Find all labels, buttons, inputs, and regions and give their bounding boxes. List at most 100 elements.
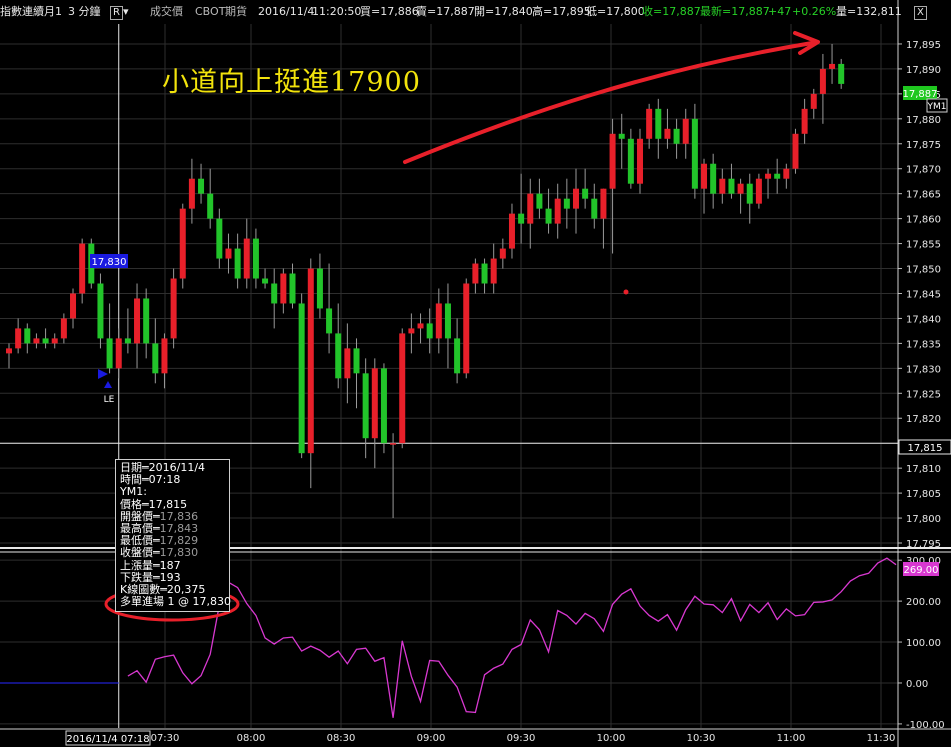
candle-up: [15, 328, 22, 349]
quote-date: 2016/11/4: [258, 5, 315, 18]
price-tick-label: 17,830: [906, 364, 941, 375]
indicator-tick-label: 0.00: [906, 679, 928, 690]
candle-up: [664, 128, 671, 139]
candle-up: [371, 368, 378, 439]
candle-down: [152, 343, 159, 374]
close-value: 收=17,887: [642, 5, 701, 18]
price-tick-label: 17,880: [906, 115, 941, 126]
candle-down: [289, 273, 296, 304]
candle-down: [316, 268, 323, 309]
candle-down: [728, 178, 735, 194]
candle-up: [609, 133, 616, 189]
candle-up: [408, 328, 415, 334]
interval-label[interactable]: 3 分鐘: [68, 0, 101, 24]
marker-dot: [623, 289, 629, 295]
r-button[interactable]: R: [110, 6, 123, 20]
candle-down: [444, 303, 451, 339]
low-value: 低=17,800: [586, 5, 645, 18]
candle-down: [335, 333, 342, 379]
exchange-label: CBOT: [195, 5, 226, 18]
candle-down: [262, 278, 269, 284]
data-window: 日期═2016/11/4 時間═07:18 YM1: 價格═17,815 開盤價…: [115, 459, 231, 612]
symbol-label[interactable]: 指數連續月1: [0, 0, 62, 24]
candle-up: [819, 68, 826, 94]
cursor-price-tag-label: 17,815: [908, 443, 943, 454]
candle-down: [545, 208, 552, 224]
price-type-label: 成交價: [150, 5, 183, 18]
candle-down: [42, 338, 49, 344]
candle-down: [124, 338, 131, 344]
candle-down: [252, 238, 259, 279]
volume-value: 量=132,811: [836, 5, 902, 18]
entry-marker-label: LE: [104, 395, 115, 405]
time-tick-label: 11:30: [867, 733, 896, 744]
bid-value: 買=17,886: [360, 5, 419, 18]
candle-up: [765, 173, 772, 179]
candle-up: [170, 278, 177, 339]
candle-up: [600, 188, 607, 219]
candle-down: [618, 133, 625, 139]
candle-down: [591, 198, 598, 219]
candle-up: [435, 303, 442, 339]
price-tick-label: 17,800: [906, 514, 941, 525]
candle-up: [527, 193, 534, 224]
indicator-line: [127, 557, 897, 718]
candle-up: [737, 183, 744, 194]
candle-down: [326, 308, 333, 334]
candle-down: [746, 183, 753, 204]
open-value: 開=17,840: [474, 5, 533, 18]
candle-down: [24, 328, 31, 344]
candle-up: [682, 118, 689, 144]
candle-up: [344, 348, 351, 379]
time-tick-label: 10:30: [687, 733, 716, 744]
time-tick-label: 10:00: [597, 733, 626, 744]
info-close-label: 收盤價═: [120, 546, 160, 560]
close-button[interactable]: X: [914, 6, 927, 20]
candle-up: [33, 338, 40, 344]
candle-up: [243, 238, 250, 279]
last-price-tag-label: 17,887: [903, 89, 938, 100]
candle-down: [627, 138, 634, 184]
candle-up: [755, 178, 762, 204]
candle-down: [710, 163, 717, 194]
candle-down: [216, 218, 223, 259]
candle-up: [783, 168, 790, 179]
change-value: +47: [768, 5, 792, 18]
chart-canvas: 17,79517,80017,80517,81017,81517,82017,8…: [0, 0, 951, 747]
entry-arrow-icon: [98, 369, 108, 379]
candle-up: [70, 293, 77, 319]
price-tick-label: 17,870: [906, 165, 941, 176]
candle-down: [536, 193, 543, 209]
indicator-tag-label: 269.00: [904, 565, 939, 576]
candle-up: [134, 298, 141, 344]
price-tick-label: 17,835: [906, 339, 941, 350]
price-tick-label: 17,845: [906, 289, 941, 300]
candle-up: [801, 108, 808, 134]
candle-down: [353, 348, 360, 374]
symbol-tag-label: YM1: [927, 102, 947, 112]
candle-down: [106, 338, 113, 369]
candle-down: [454, 338, 461, 374]
candle-up: [225, 248, 232, 259]
info-open-value: 17,836: [159, 509, 199, 523]
info-entry: 多單進場 1 @ 17,830: [120, 595, 231, 609]
candle-down: [673, 128, 680, 144]
time-tick-label: 08:00: [237, 733, 266, 744]
candle-down: [518, 213, 525, 224]
ask-value: 賣=17,887: [416, 5, 475, 18]
candle-up: [572, 188, 579, 209]
chevron-down-icon[interactable]: ▾: [123, 0, 129, 24]
indicator-tick-label: 100.00: [906, 638, 941, 649]
time-tick-label: 08:30: [327, 733, 356, 744]
cursor-time-tag-label: 2016/11/4 07:18: [66, 734, 149, 745]
candle-up: [554, 198, 561, 224]
info-symbol: YM1:: [120, 485, 147, 499]
price-tick-label: 17,890: [906, 65, 941, 76]
time-tick-label: 09:30: [507, 733, 536, 744]
candle-up: [810, 93, 817, 109]
price-tick-label: 17,865: [906, 190, 941, 201]
candle-up: [829, 63, 836, 69]
info-close-value: 17,830: [159, 546, 199, 560]
candle-up: [51, 338, 58, 344]
candle-up: [701, 163, 708, 189]
